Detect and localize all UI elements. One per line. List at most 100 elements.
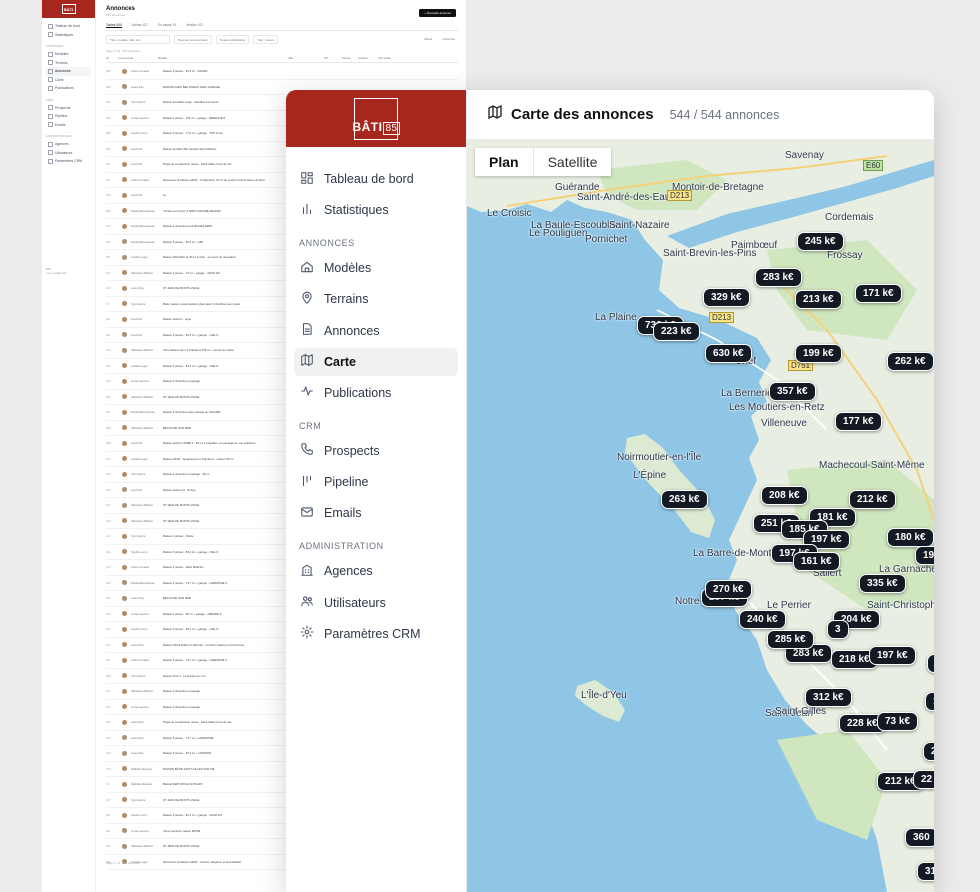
building-icon — [300, 563, 314, 580]
row-commercial: Pascal Bernardeau — [131, 410, 155, 415]
price-pin[interactable]: 180 k€ — [887, 528, 934, 547]
new-annonce-button[interactable]: + Nouvelle annonce — [419, 9, 456, 17]
price-pin[interactable]: 3 — [827, 620, 849, 639]
price-pin[interactable]: 213 k€ — [795, 290, 842, 309]
back-nav-item[interactable]: Annonces — [46, 67, 91, 76]
filter-commercial[interactable]: Tous les commerciaux — [174, 35, 212, 44]
back-nav-item[interactable]: Statistiques — [46, 31, 91, 40]
price-pin[interactable]: 208 k€ — [761, 486, 808, 505]
column-header[interactable]: Pièces — [342, 56, 358, 60]
price-pin[interactable]: 263 k€ — [661, 490, 708, 509]
column-header[interactable]: Commercial — [118, 56, 158, 60]
sidebar-item-publications[interactable]: Publications — [294, 379, 458, 407]
sidebar-item-statistiques[interactable]: Statistiques — [294, 196, 458, 224]
price-pin[interactable]: 312 k€ — [805, 688, 852, 707]
phone-icon — [300, 442, 314, 459]
column-header[interactable]: ID — [106, 56, 118, 60]
back-nav-item[interactable]: Agences — [46, 140, 91, 149]
map-canvas[interactable]: Plan Satellite Savenay Montoir-de-Bretagn… — [467, 140, 934, 892]
row-id: 443 — [106, 379, 111, 384]
back-nav-item[interactable]: Emails — [46, 121, 91, 130]
logo[interactable]: BÂTI 85 — [286, 90, 466, 147]
price-pin[interactable]: 171 k€ — [855, 284, 902, 303]
sidebar-item-paramètres-crm[interactable]: Paramètres CRM — [294, 620, 458, 648]
back-nav-item[interactable]: Paramètres CRM — [46, 157, 91, 166]
back-nav-item[interactable]: Carte — [46, 76, 91, 85]
price-pin[interactable]: 161 k€ — [793, 552, 840, 571]
filters-button[interactable]: Filtres — [421, 35, 435, 44]
price-pin[interactable]: 357 k€ — [769, 382, 816, 401]
column-header[interactable]: Prix (total) — [378, 56, 404, 60]
avatar — [122, 719, 127, 725]
road-label: E60 — [863, 160, 884, 171]
back-tab[interactable]: Toutes 544 — [106, 23, 122, 28]
sidebar-item-tableau-de-bord[interactable]: Tableau de bord — [294, 165, 458, 193]
price-pin[interactable]: 223 k€ — [653, 322, 700, 341]
back-nav-item[interactable]: Prospects — [46, 104, 91, 113]
row-id: 397 — [106, 813, 111, 818]
columns-button[interactable]: Colonnes — [439, 35, 458, 44]
map-header: Carte des annonces 544 / 544 annonces — [467, 90, 934, 140]
price-pin[interactable]: 245 k€ — [797, 232, 844, 251]
column-header[interactable]: Modèle — [158, 56, 288, 60]
back-search-input[interactable]: Titre, modèle, ville, réf... — [106, 35, 170, 44]
row-id: 380 — [106, 425, 111, 430]
sidebar-item-utilisateurs[interactable]: Utilisateurs — [294, 589, 458, 617]
sidebar-item-annonces[interactable]: Annonces — [294, 317, 458, 345]
sidebar-item-agences[interactable]: Agences — [294, 557, 458, 585]
avatar — [122, 146, 127, 152]
row-id: 282 — [106, 394, 111, 399]
back-nav-item[interactable]: Terrains — [46, 59, 91, 68]
back-nav-item[interactable]: Tableau de bord — [46, 22, 91, 31]
column-header[interactable]: Ville — [288, 56, 324, 60]
place-label: Le Croisic — [487, 208, 532, 219]
back-nav-item[interactable]: Utilisateurs — [46, 149, 91, 158]
sidebar-item-pipeline[interactable]: Pipeline — [294, 468, 458, 496]
row-id: 428 — [106, 441, 111, 446]
price-pin[interactable]: 335 k€ — [859, 574, 906, 593]
map-window: BÂTI 85 Tableau de bord Statistiques ANNONC… — [286, 90, 934, 892]
plan-toggle[interactable]: Plan — [475, 148, 534, 176]
sidebar-item-terrains[interactable]: Terrains — [294, 285, 458, 313]
sidebar-item-carte[interactable]: Carte — [294, 347, 458, 376]
price-pin[interactable]: 31 — [917, 862, 934, 881]
price-pin[interactable]: 21 — [927, 654, 934, 673]
avatar — [122, 797, 127, 803]
users-icon — [300, 594, 314, 611]
price-pin[interactable]: 177 k€ — [835, 412, 882, 431]
price-pin[interactable]: 240 k€ — [739, 610, 786, 629]
price-pin[interactable]: 22 — [913, 770, 934, 789]
price-pin[interactable]: 197 k€ — [869, 646, 916, 665]
column-header[interactable]: CP — [324, 56, 342, 60]
sidebar-item-modèles[interactable]: Modèles — [294, 254, 458, 282]
price-pin[interactable]: 285 k€ — [767, 630, 814, 649]
satellite-toggle[interactable]: Satellite — [534, 148, 612, 176]
price-pin[interactable]: 73 k€ — [877, 712, 919, 731]
price-pin[interactable]: 26 — [923, 742, 934, 761]
price-pin[interactable]: 270 k€ — [705, 580, 752, 599]
filter-sort[interactable]: Trier : récent — [253, 35, 279, 44]
price-pin[interactable]: 19 — [925, 692, 934, 711]
price-pin[interactable]: 360 — [905, 828, 934, 847]
price-pin[interactable]: 19 — [915, 546, 934, 565]
filter-publication[interactable]: Toutes publications — [215, 35, 250, 44]
column-header[interactable]: Surface — [358, 56, 378, 60]
back-tab[interactable]: En pause 15 — [158, 23, 176, 28]
sidebar-item-prospects[interactable]: Prospects — [294, 437, 458, 465]
back-logo[interactable]: BÂTI — [42, 0, 95, 18]
price-pin[interactable]: 630 k€ — [705, 344, 752, 363]
price-pin[interactable]: 199 k€ — [795, 344, 842, 363]
back-nav-item[interactable]: Publications — [46, 84, 91, 93]
back-tab[interactable]: Vendue 102 — [186, 23, 203, 28]
back-tab[interactable]: Actives 427 — [132, 23, 148, 28]
price-pin[interactable]: 212 k€ — [849, 490, 896, 509]
price-pin[interactable]: 262 k€ — [887, 352, 934, 371]
row-id: 215 — [106, 611, 111, 616]
row-id: 279 — [106, 348, 111, 353]
back-nav-item[interactable]: Pipeline — [46, 112, 91, 121]
sidebar-item-emails[interactable]: Emails — [294, 499, 458, 527]
price-pin[interactable]: 329 k€ — [703, 288, 750, 307]
price-pin[interactable]: 283 k€ — [755, 268, 802, 287]
back-nav-item[interactable]: Modèles — [46, 50, 91, 59]
table-row[interactable]: 456 Julien Lemaire Maison 5 pièces · 81,5 … — [106, 64, 458, 80]
